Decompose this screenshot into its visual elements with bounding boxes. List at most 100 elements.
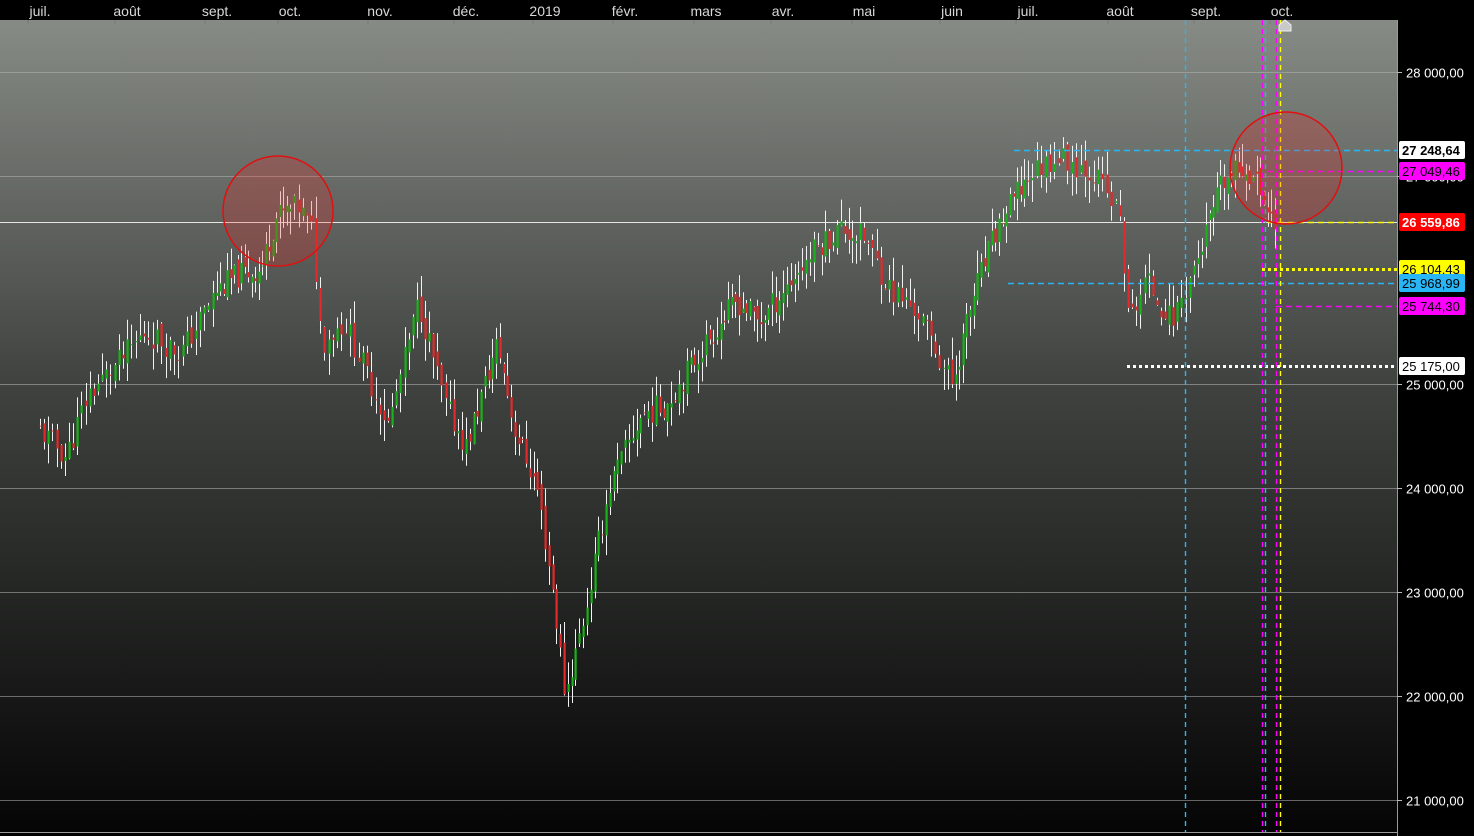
candle-body — [518, 437, 521, 445]
candle-body — [97, 383, 100, 392]
candle-body — [1212, 207, 1215, 218]
candle-body — [261, 265, 264, 267]
candle-body — [716, 337, 719, 340]
candle-body — [624, 439, 627, 448]
candle-body — [223, 289, 226, 295]
month-label: mars — [690, 3, 721, 19]
candle-body — [888, 280, 891, 290]
candle-body — [651, 405, 654, 423]
candle-body — [332, 337, 335, 340]
candle-body — [745, 303, 748, 314]
candle-body — [636, 430, 639, 440]
candle-body — [1023, 179, 1026, 199]
candle-body — [976, 273, 979, 301]
candle-body — [1020, 186, 1023, 195]
candle-body — [186, 331, 189, 347]
candle-body — [917, 313, 920, 320]
candle-body — [254, 278, 257, 281]
candle-body — [190, 327, 193, 344]
candle-body — [813, 239, 816, 263]
candle-body — [973, 295, 976, 316]
candle-body — [1071, 161, 1074, 174]
candle-body — [47, 430, 50, 445]
candle-body — [844, 226, 847, 235]
candle-body — [613, 470, 616, 492]
price-chart: juil. août sept. oct. nov. déc. 2019 févr. mars a… — [0, 0, 1474, 836]
candle-body — [666, 403, 669, 422]
candle-body — [216, 292, 219, 297]
candle-body — [851, 238, 854, 241]
candle-body — [778, 300, 781, 316]
candle-body — [705, 334, 708, 356]
candle-body — [195, 330, 198, 339]
candle-body — [574, 648, 577, 680]
month-label: oct. — [279, 3, 302, 19]
candle-body — [1152, 275, 1155, 296]
candle-body — [720, 323, 723, 340]
candle-body — [805, 260, 808, 274]
candle-body — [408, 339, 411, 353]
candle-body — [821, 247, 824, 256]
candle-body — [616, 459, 619, 475]
month-label: mai — [853, 3, 876, 19]
candle-body — [476, 410, 479, 417]
month-label: avr. — [772, 3, 795, 19]
candle-body — [383, 410, 386, 421]
price-tick-label: 24 000,00 — [1406, 482, 1464, 497]
candle-body — [1088, 177, 1091, 181]
candle-body — [782, 293, 785, 304]
candle-body — [678, 384, 681, 404]
candle-body — [892, 280, 895, 303]
highlight-circle — [1229, 111, 1343, 225]
price-tick-label: 23 000,00 — [1406, 586, 1464, 601]
candle-body — [114, 364, 117, 382]
candle-body — [552, 564, 555, 590]
candle-body — [1160, 310, 1163, 318]
candle-body — [832, 242, 835, 246]
price-tag-label: 25 968,99 — [1402, 276, 1460, 291]
candle-body — [1058, 158, 1061, 164]
candle-body — [590, 589, 593, 604]
candle-body — [251, 276, 254, 283]
price-tag: 25 175,00 — [1399, 357, 1465, 375]
candle-body — [1172, 307, 1175, 326]
price-tag: 27 248,64 — [1399, 141, 1465, 159]
candle-body — [169, 340, 172, 359]
candle-body — [219, 283, 222, 292]
candle-body — [366, 352, 369, 367]
candle-body — [756, 305, 759, 320]
candle-body — [922, 316, 925, 324]
candle-body — [859, 223, 862, 240]
candle-body — [563, 642, 566, 695]
candle-body — [240, 262, 243, 284]
candle-body — [962, 333, 965, 366]
candle-body — [226, 270, 229, 298]
candle-body — [345, 333, 348, 335]
candle-body — [571, 677, 574, 687]
candle-body — [336, 328, 339, 342]
candle-body — [182, 344, 185, 357]
candle-body — [998, 218, 1001, 243]
candle-body — [258, 271, 261, 284]
candle-body — [399, 374, 402, 394]
candle-body — [926, 319, 929, 321]
price-tag: 27 049,46 — [1399, 162, 1465, 180]
candle-body — [567, 683, 570, 693]
price-tick-label: 21 000,00 — [1406, 794, 1464, 809]
candle-body — [118, 349, 121, 365]
candle-body — [643, 412, 646, 414]
candle-body — [670, 403, 673, 408]
candle-body — [760, 322, 763, 325]
candle-body — [491, 357, 494, 380]
candle-body — [1016, 181, 1019, 199]
candle-body — [1127, 269, 1130, 308]
candle-body — [1156, 300, 1159, 306]
candle-body — [1009, 194, 1012, 216]
price-tag: 25 744,30 — [1399, 297, 1465, 315]
candle-body — [1075, 157, 1078, 178]
candle-body — [1168, 305, 1171, 325]
price-tag-label: 26 559,86 — [1402, 215, 1460, 230]
candle-body — [586, 607, 589, 626]
candle-body — [244, 257, 247, 267]
candle-body — [965, 313, 968, 338]
